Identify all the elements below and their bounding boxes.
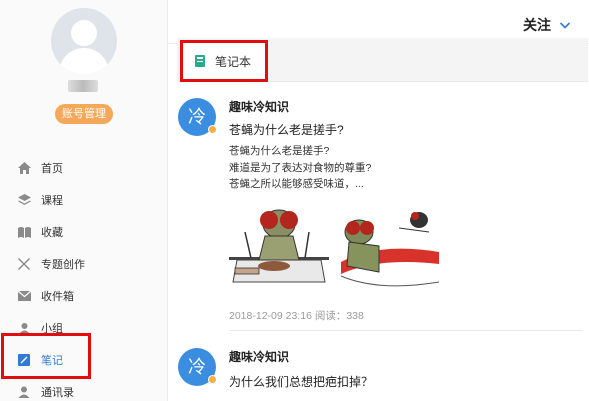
sidebar-item-label: 通讯录 bbox=[41, 387, 74, 399]
avatar-head-shape bbox=[71, 20, 97, 46]
sidebar-item-inbox[interactable]: 收件箱 bbox=[0, 280, 168, 312]
book-icon bbox=[16, 224, 32, 240]
read-label: 阅读： bbox=[314, 310, 347, 322]
post-title[interactable]: 为什么我们总想把疤扣掉？ bbox=[229, 373, 373, 390]
tools-icon bbox=[16, 256, 32, 272]
account-management-button[interactable]: 账号管理 bbox=[55, 104, 113, 124]
contacts-icon bbox=[16, 384, 32, 400]
user-avatar[interactable] bbox=[51, 8, 117, 74]
excerpt-line: 难道是为了表达对食物的尊重? bbox=[229, 161, 372, 174]
author-name[interactable]: 趣味冷知识 bbox=[229, 348, 289, 365]
verified-badge-icon bbox=[208, 125, 217, 134]
feed-post[interactable]: 冷 趣味冷知识 为什么我们总想把疤扣掉？ bbox=[178, 348, 588, 401]
follow-label: 关注 bbox=[523, 17, 551, 33]
sidebar-item-label: 收藏 bbox=[41, 227, 63, 239]
chevron-down-icon bbox=[559, 22, 571, 29]
author-avatar-char: 冷 bbox=[188, 107, 206, 127]
sidebar-item-favorites[interactable]: 收藏 bbox=[0, 216, 168, 248]
avatar-body-shape bbox=[59, 48, 109, 74]
post-date: 2018-12-09 23:16 bbox=[229, 310, 312, 322]
post-illustration[interactable] bbox=[229, 202, 441, 298]
username-blurred bbox=[68, 80, 98, 92]
sidebar-item-courses[interactable]: 课程 bbox=[0, 184, 168, 216]
tab-notebook[interactable]: 笔记本 bbox=[180, 40, 268, 82]
author-avatar[interactable]: 冷 bbox=[178, 348, 217, 386]
sidebar-item-topic-creation[interactable]: 专题创作 bbox=[0, 248, 168, 280]
notes-highlight-box bbox=[1, 333, 91, 379]
sidebar-item-home[interactable]: 首页 bbox=[0, 152, 168, 184]
sidebar-item-label: 首页 bbox=[41, 163, 63, 175]
excerpt-line: 苍蝇之所以能够感受味道，... bbox=[229, 178, 364, 190]
verified-badge-icon bbox=[208, 375, 217, 384]
post-divider bbox=[229, 330, 583, 331]
notebook-icon bbox=[195, 55, 205, 67]
mail-icon bbox=[16, 288, 32, 304]
author-avatar[interactable]: 冷 bbox=[178, 98, 217, 136]
sidebar-item-contacts[interactable]: 通讯录 bbox=[0, 376, 168, 401]
notebook-label: 笔记本 bbox=[215, 54, 252, 69]
sidebar-item-label: 收件箱 bbox=[41, 291, 74, 303]
home-icon bbox=[16, 160, 32, 176]
sidebar-item-label: 专题创作 bbox=[41, 259, 85, 271]
sidebar-item-label: 课程 bbox=[41, 195, 63, 207]
post-excerpt[interactable]: 苍蝇为什么老是搓手? 难道是为了表达对食物的尊重? 苍蝇之所以能够感受味道，..… bbox=[229, 143, 371, 193]
author-avatar-char: 冷 bbox=[188, 357, 206, 377]
post-meta: 2018-12-09 23:16 阅读：338 bbox=[229, 308, 364, 323]
follow-dropdown[interactable]: 关注 bbox=[523, 15, 571, 35]
author-name[interactable]: 趣味冷知识 bbox=[229, 98, 289, 115]
excerpt-line: 苍蝇为什么老是搓手? bbox=[229, 145, 330, 157]
post-title[interactable]: 苍蝇为什么老是搓手? bbox=[229, 121, 344, 138]
read-count: 338 bbox=[346, 310, 364, 322]
layers-icon bbox=[16, 192, 32, 208]
feed-post[interactable]: 冷 趣味冷知识 苍蝇为什么老是搓手? 苍蝇为什么老是搓手? 难道是为了表达对食物… bbox=[178, 98, 588, 338]
